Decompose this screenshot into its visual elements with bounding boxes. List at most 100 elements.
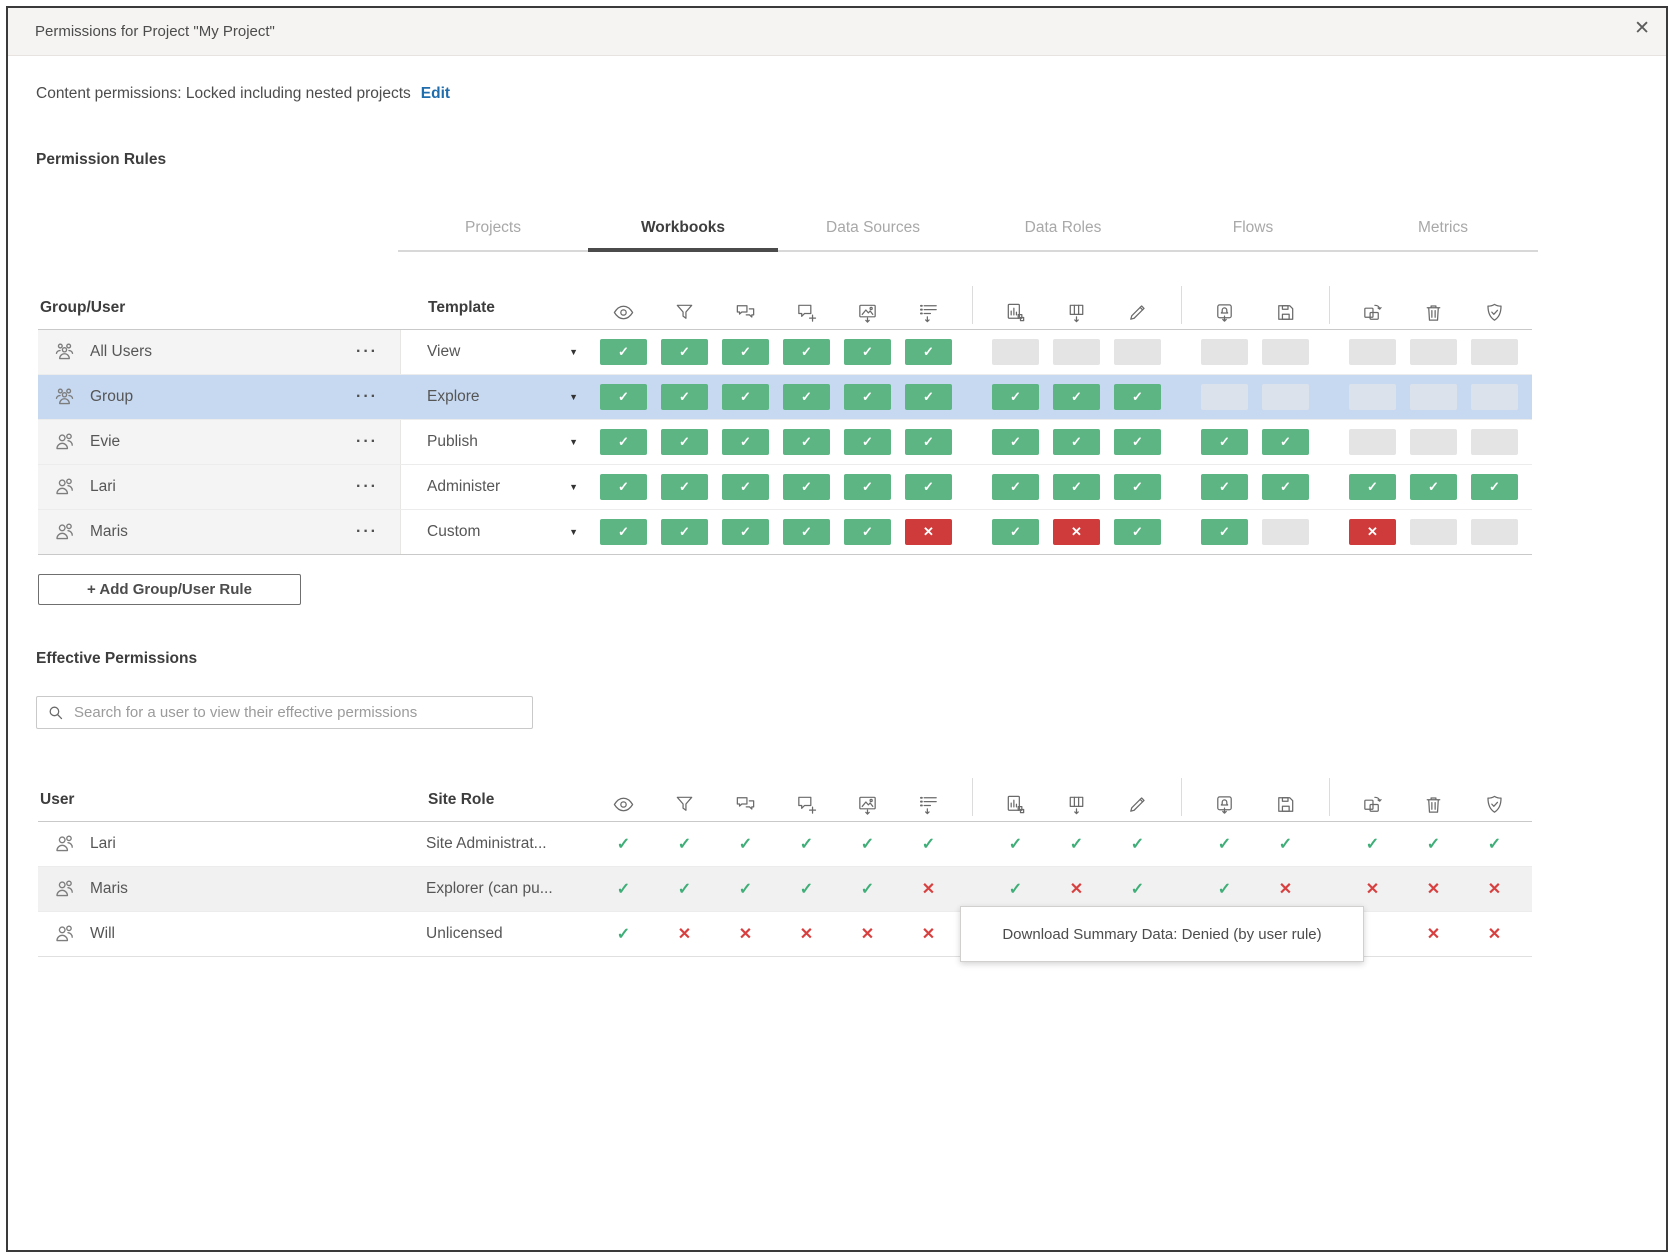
- permission-cell-add-comments[interactable]: ✓: [783, 474, 830, 500]
- effective-mark-web-edit[interactable]: ✓: [1114, 834, 1161, 854]
- permission-cell-set-permissions[interactable]: [1471, 429, 1518, 455]
- permission-cell-view-comments[interactable]: ✓: [722, 474, 769, 500]
- tab-projects[interactable]: Projects: [398, 206, 588, 250]
- effective-mark-move[interactable]: ✕: [1349, 879, 1396, 899]
- permission-cell-delete[interactable]: [1410, 519, 1457, 545]
- permission-cell-share-customized[interactable]: ✓: [992, 384, 1039, 410]
- effective-mark-view-comments[interactable]: ✓: [722, 834, 769, 854]
- permission-cell-download-image-pdf[interactable]: ✓: [844, 384, 891, 410]
- tab-workbooks[interactable]: Workbooks: [588, 206, 778, 252]
- effective-mark-download-summary-data[interactable]: ✕: [905, 924, 952, 944]
- rule-row-all-users[interactable]: All Users···View▼✓✓✓✓✓✓: [38, 330, 1532, 375]
- permission-cell-download-full-data[interactable]: ✓: [1053, 429, 1100, 455]
- permission-cell-web-edit[interactable]: ✓: [1114, 519, 1161, 545]
- more-options-button[interactable]: ···: [356, 344, 378, 360]
- effective-mark-download-workbook[interactable]: ✓: [1201, 879, 1248, 899]
- effective-mark-web-edit[interactable]: ✓: [1114, 879, 1161, 899]
- rule-row-evie[interactable]: Evie···Publish▼✓✓✓✓✓✓✓✓✓✓✓: [38, 420, 1532, 465]
- permission-cell-share-customized[interactable]: ✓: [992, 474, 1039, 500]
- permission-cell-filter[interactable]: ✓: [661, 339, 708, 365]
- effective-mark-add-comments[interactable]: ✕: [783, 924, 830, 944]
- permission-cell-web-edit[interactable]: ✓: [1114, 429, 1161, 455]
- permission-cell-filter[interactable]: ✓: [661, 474, 708, 500]
- permission-cell-add-comments[interactable]: ✓: [783, 339, 830, 365]
- effective-mark-download-image-pdf[interactable]: ✓: [844, 879, 891, 899]
- permission-cell-set-permissions[interactable]: ✓: [1471, 474, 1518, 500]
- permission-cell-overwrite[interactable]: ✓: [1262, 474, 1309, 500]
- edit-link[interactable]: Edit: [421, 85, 450, 102]
- permission-cell-filter[interactable]: ✓: [661, 429, 708, 455]
- effective-mark-set-permissions[interactable]: ✕: [1471, 879, 1518, 899]
- effective-mark-download-full-data[interactable]: ✓: [1053, 834, 1100, 854]
- permission-cell-download-full-data[interactable]: [1053, 339, 1100, 365]
- effective-mark-filter[interactable]: ✕: [661, 924, 708, 944]
- more-options-button[interactable]: ···: [356, 389, 378, 405]
- effective-mark-download-summary-data[interactable]: ✕: [905, 879, 952, 899]
- permission-cell-delete[interactable]: [1410, 384, 1457, 410]
- effective-mark-move[interactable]: ✓: [1349, 834, 1396, 854]
- permission-cell-view-comments[interactable]: ✓: [722, 384, 769, 410]
- effective-mark-download-summary-data[interactable]: ✓: [905, 834, 952, 854]
- permission-cell-download-summary-data[interactable]: ✓: [905, 474, 952, 500]
- rule-row-lari[interactable]: Lari···Administer▼✓✓✓✓✓✓✓✓✓✓✓✓✓✓: [38, 465, 1532, 510]
- permission-cell-delete[interactable]: ✓: [1410, 474, 1457, 500]
- effective-mark-add-comments[interactable]: ✓: [783, 879, 830, 899]
- permission-cell-view[interactable]: ✓: [600, 429, 647, 455]
- permission-cell-download-summary-data[interactable]: ✓: [905, 384, 952, 410]
- rule-row-group[interactable]: Group···Explore▼✓✓✓✓✓✓✓✓✓: [38, 375, 1532, 420]
- permission-cell-view[interactable]: ✓: [600, 384, 647, 410]
- permission-cell-set-permissions[interactable]: [1471, 339, 1518, 365]
- effective-mark-download-image-pdf[interactable]: ✓: [844, 834, 891, 854]
- permission-cell-share-customized[interactable]: ✓: [992, 429, 1039, 455]
- permission-cell-share-customized[interactable]: [992, 339, 1039, 365]
- permission-cell-add-comments[interactable]: ✓: [783, 519, 830, 545]
- permission-cell-web-edit[interactable]: [1114, 339, 1161, 365]
- effective-mark-share-customized[interactable]: ✓: [992, 834, 1039, 854]
- tab-metrics[interactable]: Metrics: [1348, 206, 1538, 250]
- effective-mark-set-permissions[interactable]: ✕: [1471, 924, 1518, 944]
- permission-cell-view-comments[interactable]: ✓: [722, 429, 769, 455]
- permission-cell-download-workbook[interactable]: ✓: [1201, 519, 1248, 545]
- permission-cell-add-comments[interactable]: ✓: [783, 429, 830, 455]
- permission-cell-view[interactable]: ✓: [600, 519, 647, 545]
- effective-mark-overwrite[interactable]: ✕: [1262, 879, 1309, 899]
- effective-mark-filter[interactable]: ✓: [661, 834, 708, 854]
- permission-cell-overwrite[interactable]: [1262, 339, 1309, 365]
- permission-cell-download-workbook[interactable]: [1201, 339, 1248, 365]
- tab-data-roles[interactable]: Data Roles: [968, 206, 1158, 250]
- template-dropdown[interactable]: Explore▼: [400, 375, 600, 419]
- permission-cell-move[interactable]: [1349, 339, 1396, 365]
- effective-mark-overwrite[interactable]: ✓: [1262, 834, 1309, 854]
- effective-mark-add-comments[interactable]: ✓: [783, 834, 830, 854]
- permission-cell-set-permissions[interactable]: [1471, 384, 1518, 410]
- search-input[interactable]: [72, 703, 532, 722]
- effective-mark-filter[interactable]: ✓: [661, 879, 708, 899]
- permission-cell-delete[interactable]: [1410, 339, 1457, 365]
- effective-mark-delete[interactable]: ✕: [1410, 879, 1457, 899]
- effective-mark-view[interactable]: ✓: [600, 834, 647, 854]
- permission-cell-move[interactable]: ✓: [1349, 474, 1396, 500]
- template-dropdown[interactable]: Custom▼: [400, 510, 600, 554]
- template-dropdown[interactable]: Publish▼: [400, 420, 600, 464]
- permission-cell-web-edit[interactable]: ✓: [1114, 474, 1161, 500]
- effective-mark-view[interactable]: ✓: [600, 924, 647, 944]
- permission-cell-filter[interactable]: ✓: [661, 384, 708, 410]
- permission-cell-download-image-pdf[interactable]: ✓: [844, 474, 891, 500]
- permission-cell-download-summary-data[interactable]: ✓: [905, 339, 952, 365]
- more-options-button[interactable]: ···: [356, 479, 378, 495]
- permission-cell-move[interactable]: ✕: [1349, 519, 1396, 545]
- permission-cell-overwrite[interactable]: ✓: [1262, 429, 1309, 455]
- permission-cell-web-edit[interactable]: ✓: [1114, 384, 1161, 410]
- permission-cell-move[interactable]: [1349, 429, 1396, 455]
- effective-mark-view[interactable]: ✓: [600, 879, 647, 899]
- tab-flows[interactable]: Flows: [1158, 206, 1348, 250]
- permission-cell-view-comments[interactable]: ✓: [722, 339, 769, 365]
- permission-cell-overwrite[interactable]: [1262, 519, 1309, 545]
- effective-mark-share-customized[interactable]: ✓: [992, 879, 1039, 899]
- permission-cell-view[interactable]: ✓: [600, 339, 647, 365]
- close-icon[interactable]: ✕: [1634, 19, 1650, 38]
- permission-cell-share-customized[interactable]: ✓: [992, 519, 1039, 545]
- effective-mark-set-permissions[interactable]: ✓: [1471, 834, 1518, 854]
- permission-cell-overwrite[interactable]: [1262, 384, 1309, 410]
- permission-cell-view-comments[interactable]: ✓: [722, 519, 769, 545]
